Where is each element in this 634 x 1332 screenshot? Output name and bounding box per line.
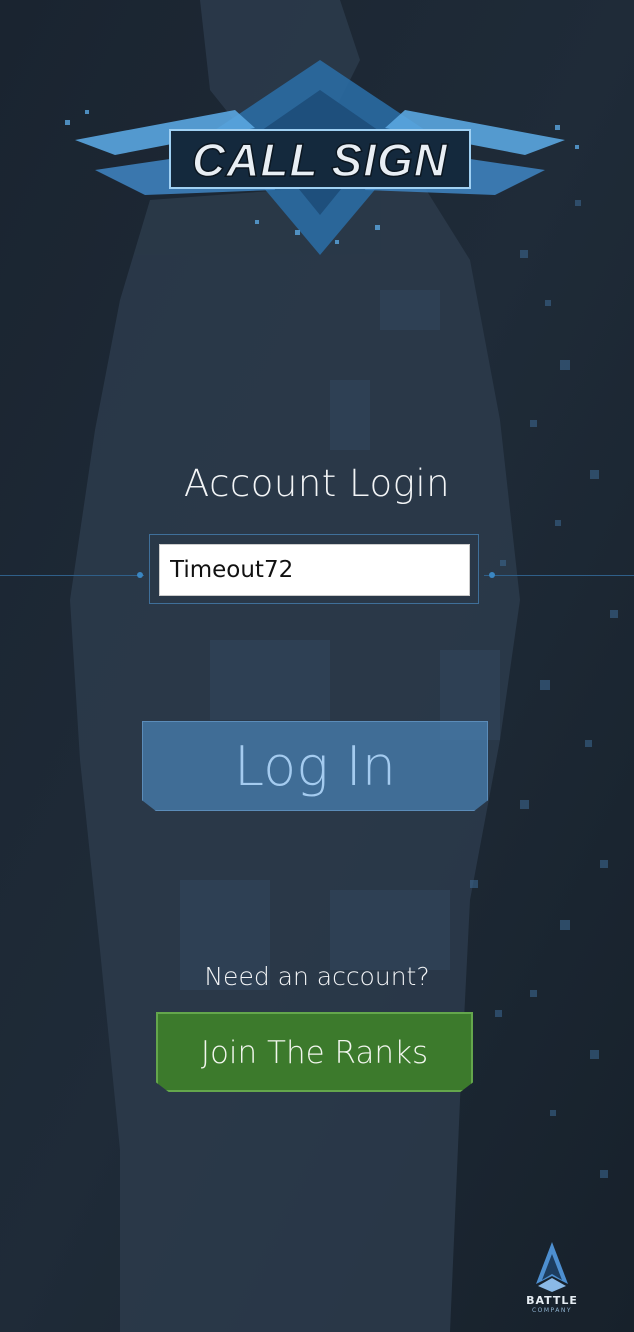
decorative-dot-left bbox=[137, 572, 143, 578]
need-account-text: Need an account? bbox=[204, 962, 430, 991]
logo-text: CALL SIGN bbox=[192, 134, 448, 186]
join-the-ranks-button[interactable]: Join The Ranks bbox=[156, 1012, 473, 1092]
publisher-name: BATTLE bbox=[526, 1294, 578, 1307]
publisher-subtitle: COMPANY bbox=[531, 1307, 573, 1314]
username-input[interactable] bbox=[159, 544, 470, 596]
call-sign-logo: CALL SIGN bbox=[65, 60, 579, 255]
decorative-line-right bbox=[484, 575, 634, 576]
decorative-dot-right bbox=[489, 572, 495, 578]
page-title: Account Login bbox=[183, 462, 451, 505]
decorative-line-left bbox=[0, 575, 144, 576]
login-button[interactable]: Log In bbox=[142, 721, 488, 811]
